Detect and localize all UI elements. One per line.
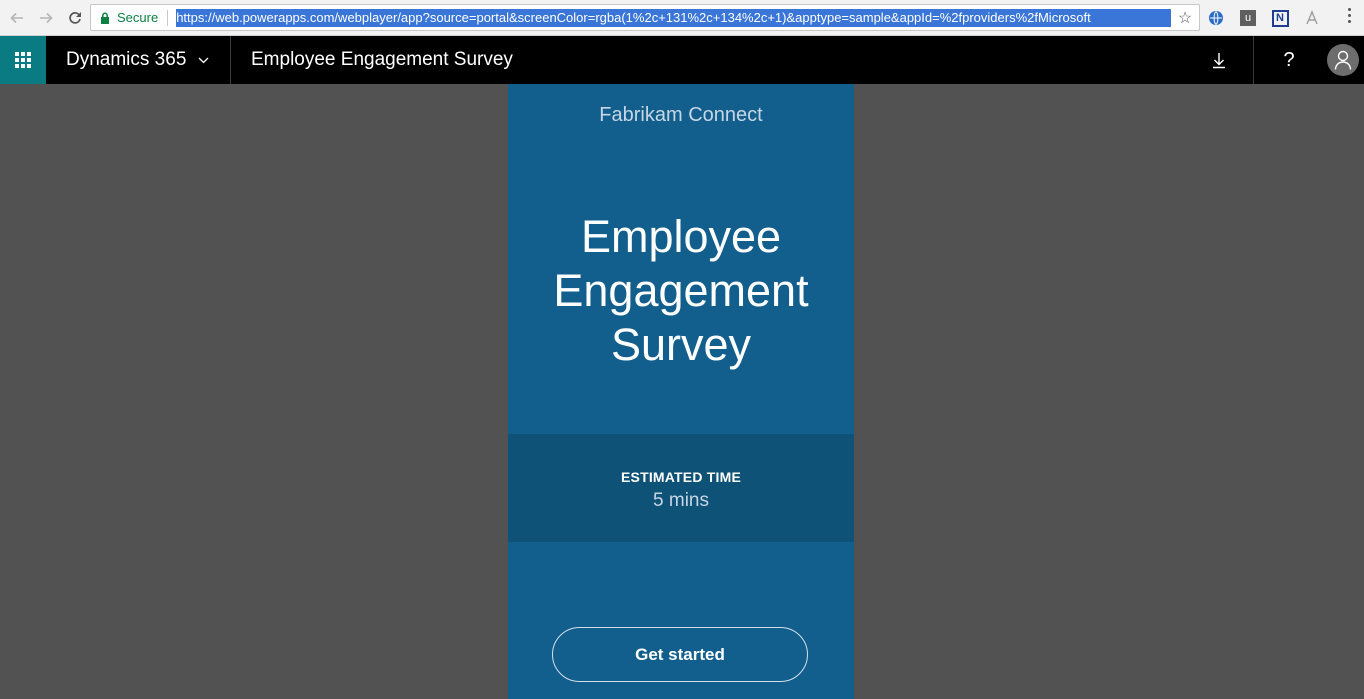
url-text[interactable]: https://web.powerapps.com/webplayer/app?…	[176, 8, 1171, 27]
chevron-down-icon	[198, 57, 209, 63]
app-header: Dynamics 365 Employee Engagement Survey …	[0, 36, 1364, 84]
brand-name: Dynamics 365	[66, 49, 187, 70]
user-icon	[1334, 50, 1352, 70]
onenote-extension-icon[interactable]: N	[1269, 7, 1291, 29]
extensions-area: u N	[1205, 6, 1333, 30]
arrow-right-icon	[40, 12, 53, 23]
reload-icon	[69, 11, 81, 24]
app-title: Employee Engagement Survey	[251, 49, 513, 70]
survey-welcome-screen: Fabrikam Connect Employee Engagement Sur…	[508, 84, 854, 699]
estimated-time-label: ESTIMATED TIME	[621, 469, 741, 485]
secure-label: Secure	[117, 10, 159, 25]
profile-button[interactable]	[1324, 36, 1362, 84]
globe-extension-icon[interactable]	[1205, 7, 1227, 29]
browser-toolbar: Secure https://web.powerapps.com/webplay…	[0, 0, 1364, 36]
back-button[interactable]	[4, 5, 30, 31]
download-icon	[1212, 52, 1225, 68]
estimated-time-value: 5 mins	[653, 490, 709, 511]
pdf-extension-icon[interactable]	[1301, 7, 1323, 29]
ublock-extension-icon[interactable]: u	[1237, 7, 1259, 29]
waffle-icon	[15, 52, 31, 68]
omnibox-divider	[167, 9, 169, 26]
survey-title-line: Survey	[610, 319, 752, 370]
download-button[interactable]	[1184, 36, 1254, 84]
arrow-left-icon	[10, 12, 23, 23]
help-button[interactable]: ?	[1254, 36, 1324, 84]
company-name: Fabrikam Connect	[599, 104, 763, 126]
reload-button[interactable]	[62, 5, 88, 31]
address-bar[interactable]: Secure https://web.powerapps.com/webplay…	[90, 4, 1200, 31]
survey-title-line: Employee	[580, 211, 782, 262]
app-launcher-button[interactable]	[0, 36, 46, 84]
survey-title: Employee Engagement Survey	[508, 210, 854, 372]
get-started-button[interactable]: Get started	[552, 627, 808, 682]
survey-title-line: Engagement	[553, 265, 809, 316]
brand-switcher[interactable]: Dynamics 365	[46, 36, 231, 84]
avatar	[1327, 44, 1359, 76]
forward-button[interactable]	[33, 5, 59, 31]
estimated-time-band: ESTIMATED TIME 5 mins	[508, 434, 854, 542]
bookmark-star-icon[interactable]: ☆	[1171, 8, 1199, 28]
browser-menu-icon[interactable]	[1346, 8, 1352, 23]
lock-icon	[100, 12, 110, 24]
